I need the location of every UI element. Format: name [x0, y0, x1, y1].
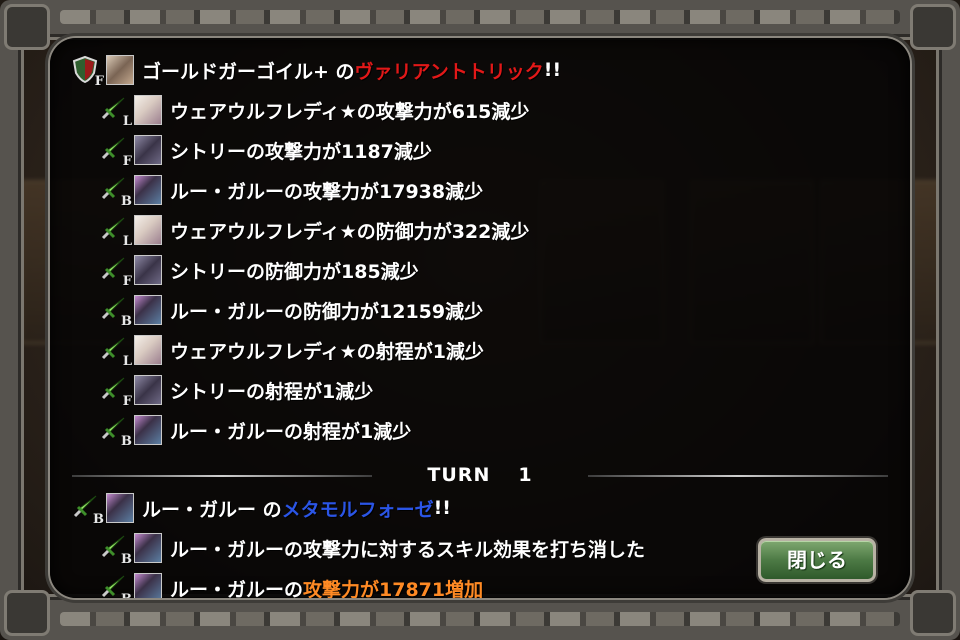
frame-corner — [4, 4, 50, 50]
unit-type-letter: B — [121, 194, 132, 209]
unit-type-letter: B — [121, 552, 132, 567]
shield-icon: F — [72, 55, 104, 89]
log-text: ルー・ガルーの攻撃力が17938減少 — [170, 180, 484, 203]
garou-portrait — [134, 533, 162, 563]
garou-portrait — [106, 493, 134, 523]
unit-type-letter: F — [122, 394, 132, 409]
log-entry: L ウェアウルフレディ★の防御力が322減少 — [100, 211, 529, 249]
garou-portrait — [134, 415, 162, 445]
log-entry: B ルー・ガルーの攻撃力に対するスキル効果を打ち消した — [100, 529, 645, 567]
werewolf-portrait — [134, 215, 162, 245]
sword-icon: B — [72, 493, 104, 527]
unit-type-letter: F — [122, 274, 132, 289]
log-text: ルー・ガルー の — [142, 498, 282, 521]
sword-icon: B — [100, 533, 132, 567]
unit-type-letter: B — [121, 314, 132, 329]
log-text: ルー・ガルーの — [170, 578, 304, 599]
log-entry: L ウェアウルフレディ★の射程が1減少 — [100, 331, 484, 369]
sword-icon: B — [100, 295, 132, 329]
unit-type-letter: L — [122, 234, 132, 249]
log-text-suffix: !! — [543, 59, 562, 81]
log-text: シトリーの防御力が185減少 — [170, 260, 419, 283]
log-text: ルー・ガルーの防御力が12159減少 — [170, 300, 484, 323]
log-text-suffix: !! — [433, 497, 451, 519]
battle-log-dialog: F ゴールドガーゴイル+ の ヴァリアントトリック!! L ウェアウルフレディ★の攻撃… — [50, 38, 910, 598]
log-entry: B ルー・ガルーの射程が1減少 — [100, 411, 411, 449]
log-entry: F シトリーの攻撃力が1187減少 — [100, 131, 432, 169]
log-text: ルー・ガルーの攻撃力に対するスキル効果を打ち消した — [170, 538, 646, 561]
sword-icon: B — [100, 573, 132, 598]
turn-label: TURN 1 — [72, 464, 888, 486]
sword-icon: L — [100, 335, 132, 369]
turn-text: TURN — [427, 464, 491, 486]
gargoyle-portrait — [106, 55, 134, 85]
unit-type-letter: B — [121, 592, 132, 598]
garou-portrait — [134, 295, 162, 325]
log-entry: F シトリーの防御力が185減少 — [100, 251, 419, 289]
log-entry: B ルー・ガルーの攻撃力が17938減少 — [100, 171, 483, 209]
log-entry: L ウェアウルフレディ★の攻撃力が615減少 — [100, 91, 529, 129]
werewolf-portrait — [134, 95, 162, 125]
frame-top-ornament — [60, 10, 900, 24]
sword-icon: B — [100, 415, 132, 449]
unit-type-letter: B — [93, 512, 104, 527]
frame-corner — [910, 590, 956, 636]
turn-number: 1 — [518, 464, 533, 486]
sitry-portrait — [134, 135, 162, 165]
garou-portrait — [134, 573, 162, 598]
sword-icon: L — [100, 215, 132, 249]
frame-corner — [4, 590, 50, 636]
close-button[interactable]: 閉じる — [758, 538, 876, 582]
sword-icon: F — [100, 135, 132, 169]
unit-type-letter: F — [122, 154, 132, 169]
sword-icon: F — [100, 375, 132, 409]
unit-type-letter: L — [122, 354, 132, 369]
skill-name: メタモルフォーゼ — [281, 498, 434, 521]
log-text: ウェアウルフレディ★の射程が1減少 — [170, 340, 484, 363]
log-text: ルー・ガルーの射程が1減少 — [170, 420, 412, 443]
sword-icon: F — [100, 255, 132, 289]
battle-log-list[interactable]: F ゴールドガーゴイル+ の ヴァリアントトリック!! L ウェアウルフレディ★の攻撃… — [50, 38, 910, 598]
log-text: ゴールドガーゴイル+ の — [142, 60, 355, 83]
skill-name: ヴァリアントトリック — [354, 60, 544, 83]
sitry-portrait — [134, 255, 162, 285]
log-text: ウェアウルフレディ★の攻撃力が615減少 — [170, 100, 530, 123]
garou-portrait — [134, 175, 162, 205]
log-text: ウェアウルフレディ★の防御力が322減少 — [170, 220, 530, 243]
sitry-portrait — [134, 375, 162, 405]
turn-divider: TURN 1 — [72, 464, 888, 486]
log-entry: F シトリーの射程が1減少 — [100, 371, 373, 409]
skill-name: 攻撃力が17871増加 — [303, 578, 484, 599]
log-entry: B ルー・ガルーの攻撃力が17871増加 — [100, 569, 483, 598]
unit-type-letter: B — [121, 434, 132, 449]
log-text: シトリーの射程が1減少 — [170, 380, 374, 403]
werewolf-portrait — [134, 335, 162, 365]
frame-bottom-ornament — [60, 612, 900, 626]
log-entry: F ゴールドガーゴイル+ の ヴァリアントトリック!! — [72, 51, 561, 89]
log-entry: B ルー・ガルーの防御力が12159減少 — [100, 291, 483, 329]
log-entry: B ルー・ガルー の メタモルフォーゼ!! — [72, 489, 451, 527]
unit-type-letter: F — [94, 74, 104, 89]
frame-corner — [910, 4, 956, 50]
sword-icon: B — [100, 175, 132, 209]
log-text: シトリーの攻撃力が1187減少 — [170, 140, 432, 163]
unit-type-letter: L — [122, 114, 132, 129]
sword-icon: L — [100, 95, 132, 129]
